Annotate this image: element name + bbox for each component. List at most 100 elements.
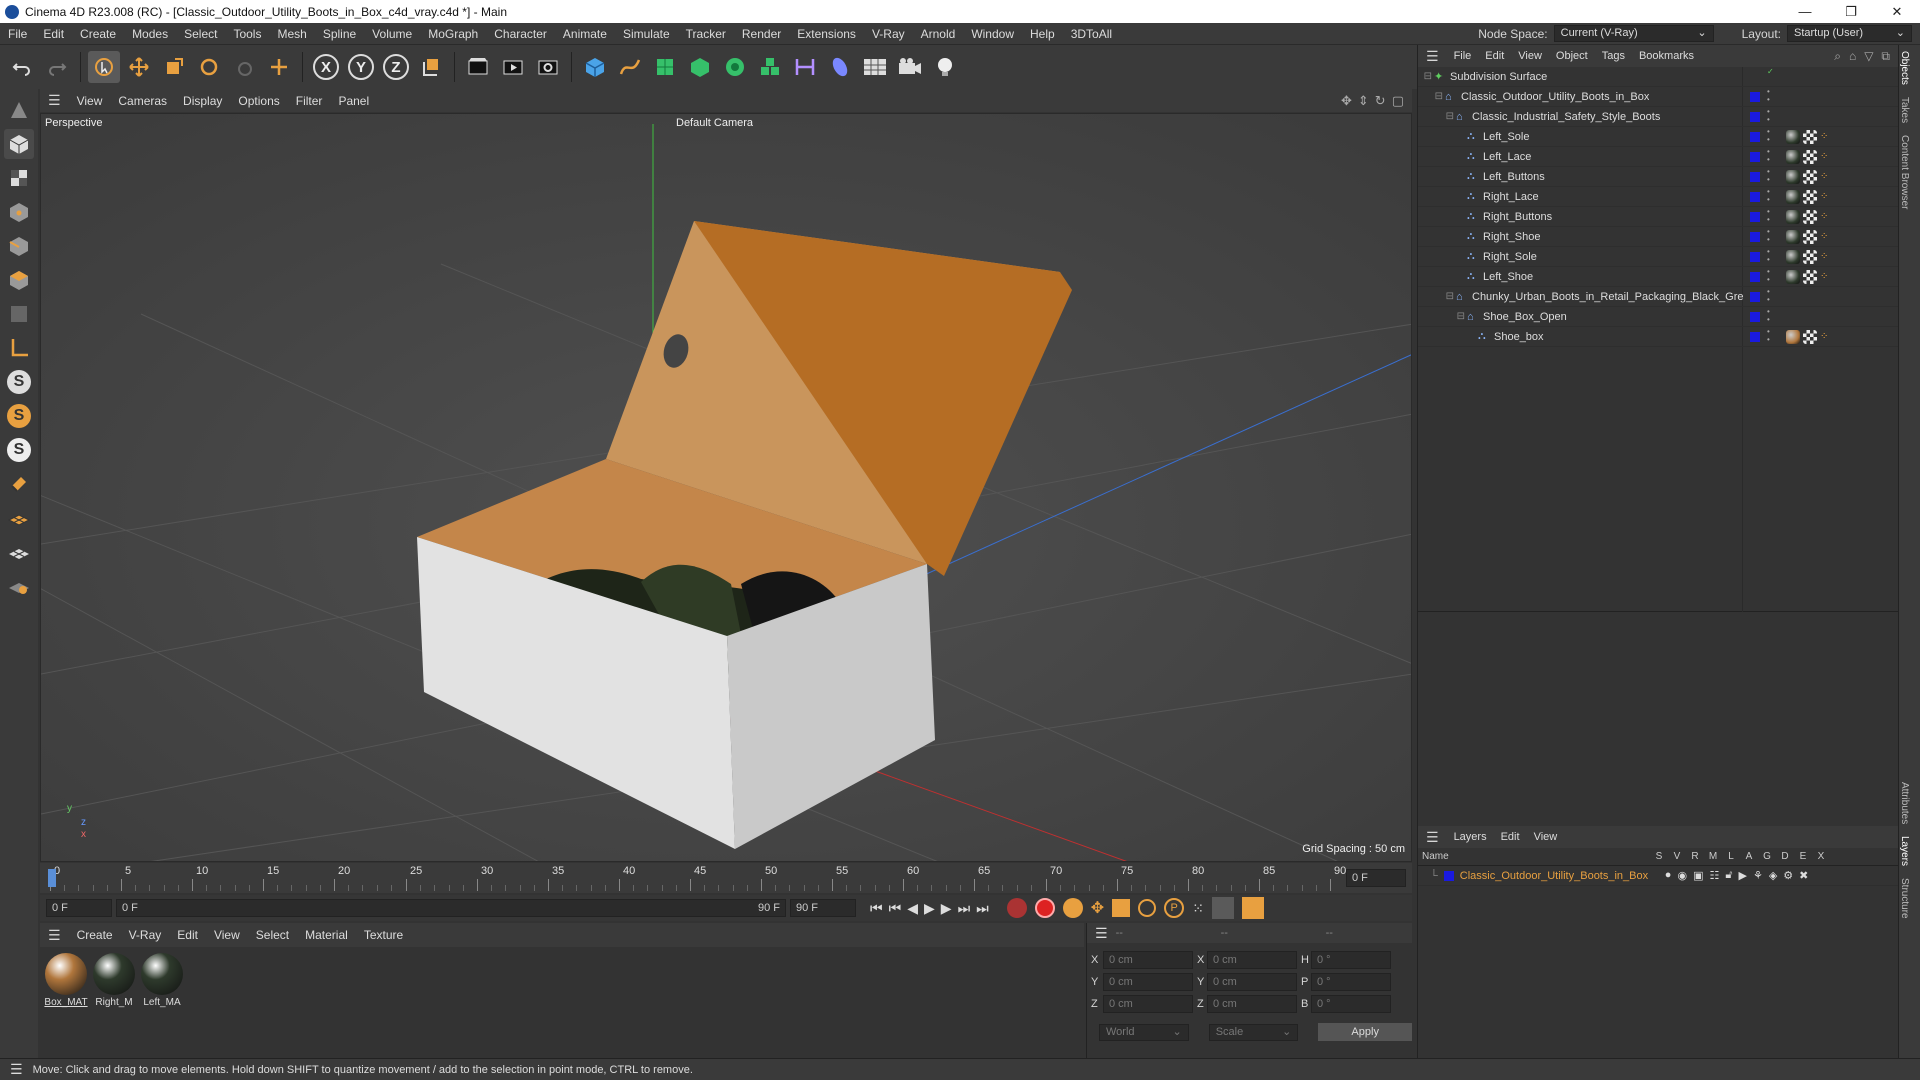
axis-mode-icon[interactable] (4, 333, 34, 363)
material-menu-create[interactable]: Create (69, 928, 121, 942)
object-menu-tags[interactable]: Tags (1595, 50, 1632, 62)
maximize-view-icon[interactable]: ▢ (1392, 93, 1404, 109)
cube-primitive-icon[interactable] (579, 51, 611, 83)
menu-animate[interactable]: Animate (555, 23, 615, 45)
viewport-menu-view[interactable]: View (69, 94, 111, 108)
layer-color-swatch[interactable] (1750, 232, 1760, 242)
material-menu-edit[interactable]: Edit (169, 928, 206, 942)
layout-select[interactable]: Startup (User) ⌄ (1787, 25, 1912, 42)
viewport-menu-filter[interactable]: Filter (288, 94, 331, 108)
hamburger-icon[interactable]: ☰ (40, 92, 69, 109)
position-y-field[interactable]: 0 cm (1103, 973, 1193, 991)
timeline-playhead[interactable] (48, 869, 56, 887)
live-selection-icon[interactable] (228, 51, 260, 83)
visibility-dots-icon[interactable]: • • (1767, 268, 1770, 284)
menu-vray[interactable]: V-Ray (864, 23, 913, 45)
expand-toggle-icon[interactable]: ⊟ (1418, 111, 1456, 122)
object-row[interactable]: ⛬ Left_Buttons • • ⁘ (1418, 167, 1898, 187)
layer-color-swatch[interactable] (1750, 272, 1760, 282)
visibility-dots-icon[interactable]: • • (1767, 108, 1770, 124)
scale-key-icon[interactable] (1112, 899, 1131, 917)
expand-toggle-icon[interactable]: ⊟ (1418, 311, 1467, 322)
subdivision-surface-icon[interactable] (649, 51, 681, 83)
recent-tool-icon[interactable] (263, 51, 295, 83)
material-menu-vray[interactable]: V-Ray (121, 928, 170, 942)
position-key-icon[interactable]: ✥ (1091, 898, 1104, 918)
tab-content-browser[interactable]: Content Browser (1899, 129, 1910, 215)
visibility-dots-icon[interactable]: • • (1767, 168, 1770, 184)
position-x-field[interactable]: 0 cm (1103, 951, 1193, 969)
position-z-field[interactable]: 0 cm (1103, 995, 1193, 1013)
vray-tag-icon[interactable]: ⁘ (1820, 270, 1834, 284)
camera-label[interactable]: Default Camera (676, 117, 753, 129)
material-tag-icon[interactable] (1786, 210, 1800, 224)
menu-tracker[interactable]: Tracker (678, 23, 734, 45)
expand-toggle-icon[interactable]: ⊟ (1418, 71, 1434, 82)
layer-color-swatch[interactable] (1750, 292, 1760, 302)
texture-mode-icon[interactable] (4, 163, 34, 193)
keyframe-selection-icon[interactable] (1062, 898, 1083, 918)
rotate-tool-icon[interactable] (193, 51, 225, 83)
layer-color-swatch[interactable] (1750, 132, 1760, 142)
object-menu-file[interactable]: File (1447, 50, 1479, 62)
floor-environment-icon[interactable] (859, 51, 891, 83)
spline-pen-icon[interactable] (614, 51, 646, 83)
tab-structure[interactable]: Structure (1899, 872, 1910, 925)
object-name[interactable]: Classic_Industrial_Safety_Style_Boots (1472, 111, 1660, 123)
tab-objects[interactable]: Objects (1899, 45, 1910, 91)
z-axis-lock-button[interactable]: Z (380, 51, 412, 83)
lock-icon[interactable]: 🔓︎ (1725, 869, 1732, 882)
layer-color-swatch[interactable] (1750, 172, 1760, 182)
render-view-icon[interactable] (462, 51, 494, 83)
snap-s-icon[interactable]: S (4, 367, 34, 397)
uvw-tag-icon[interactable] (1803, 170, 1817, 184)
layer-color-swatch[interactable] (1750, 332, 1760, 342)
menu-select[interactable]: Select (176, 23, 225, 45)
next-keyframe-icon[interactable]: ⏭ (958, 900, 971, 917)
menu-tools[interactable]: Tools (225, 23, 269, 45)
object-name[interactable]: Right_Lace (1483, 191, 1539, 203)
animation-icon[interactable]: ▶ (1738, 869, 1746, 882)
render-picture-viewer-icon[interactable] (497, 51, 529, 83)
menu-create[interactable]: Create (72, 23, 124, 45)
redo-icon[interactable] (41, 51, 73, 83)
object-name[interactable]: Chunky_Urban_Boots_in_Retail_Packaging_B… (1472, 291, 1744, 303)
camera-object-icon[interactable] (894, 51, 926, 83)
material-tag-icon[interactable] (1786, 270, 1800, 284)
render-settings-icon[interactable] (532, 51, 564, 83)
visibility-dots-icon[interactable]: • • (1767, 308, 1770, 324)
edge-mode-icon[interactable] (4, 231, 34, 261)
snap-s-orange-icon[interactable]: S (4, 401, 34, 431)
object-name[interactable]: Left_Lace (1483, 151, 1531, 163)
layer-row[interactable]: └ Classic_Outdoor_Utility_Boots_in_Box ●… (1418, 866, 1898, 886)
go-to-start-icon[interactable]: ⏮ (870, 900, 883, 917)
object-name[interactable]: Right_Buttons (1483, 211, 1552, 223)
hamburger-icon[interactable]: ☰ (1087, 925, 1116, 942)
object-row[interactable]: ⊟ ✦ Subdivision Surface ✓ (1418, 67, 1898, 87)
vray-tag-icon[interactable]: ⁘ (1820, 170, 1834, 184)
vray-tag-icon[interactable]: ⁘ (1820, 150, 1834, 164)
material-box-mat[interactable]: Box_MAT (44, 953, 88, 1008)
menu-file[interactable]: File (0, 23, 35, 45)
material-tag-icon[interactable] (1786, 130, 1800, 144)
visibility-dots-icon[interactable]: ✓ (1767, 68, 1774, 76)
object-row[interactable]: ⛬ Left_Sole • • ⁘ (1418, 127, 1898, 147)
object-menu-edit[interactable]: Edit (1478, 50, 1511, 62)
scale-tool-icon[interactable] (158, 51, 190, 83)
viewport-menu-panel[interactable]: Panel (330, 94, 377, 108)
material-tag-icon[interactable] (1786, 170, 1800, 184)
record-icon[interactable] (1006, 898, 1027, 918)
model-mode-icon[interactable] (4, 129, 34, 159)
deformer-icon[interactable]: ◈ (1769, 869, 1777, 882)
expand-toggle-icon[interactable]: ⊟ (1418, 291, 1456, 302)
vray-tag-icon[interactable]: ⁘ (1820, 210, 1834, 224)
object-name[interactable]: Right_Shoe (1483, 231, 1541, 243)
visibility-dots-icon[interactable]: • • (1767, 328, 1770, 344)
frame-range-slider[interactable]: 0 F 90 F (116, 899, 786, 917)
schematic-icon[interactable] (1241, 897, 1264, 919)
point-mode-icon[interactable] (4, 197, 34, 227)
menu-volume[interactable]: Volume (364, 23, 420, 45)
start-frame-field[interactable]: 0 F (46, 899, 112, 917)
hamburger-icon[interactable]: ☰ (40, 927, 69, 944)
snap-s-white-icon[interactable]: S (4, 435, 34, 465)
